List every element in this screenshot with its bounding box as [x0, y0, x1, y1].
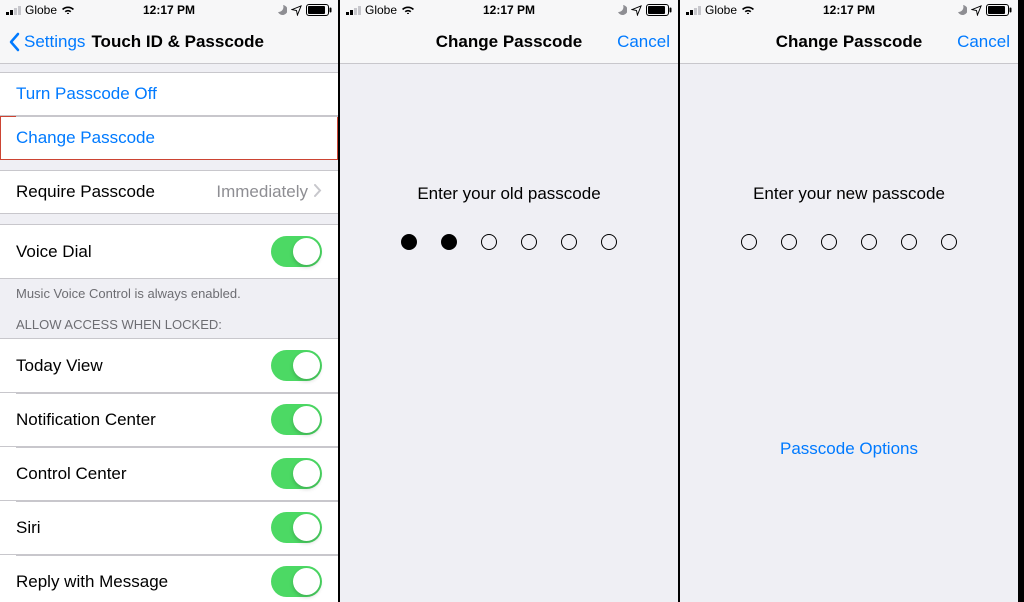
dnd-moon-icon: [275, 4, 287, 16]
wifi-icon: [401, 3, 415, 17]
passcode-dot: [601, 234, 617, 250]
battery-icon: [646, 4, 672, 16]
passcode-dots[interactable]: [741, 234, 957, 250]
carrier-label: Globe: [25, 3, 57, 17]
carrier-label: Globe: [705, 3, 737, 17]
cell-label: Reply with Message: [16, 572, 271, 592]
status-bar: Globe 12:17 PM: [680, 0, 1018, 20]
passcode-dot: [861, 234, 877, 250]
control-center-cell: Control Center: [0, 447, 338, 501]
passcode-dot: [561, 234, 577, 250]
siri-cell: Siri: [0, 501, 338, 555]
nav-bar: Settings Touch ID & Passcode: [0, 20, 338, 64]
location-icon: [631, 5, 642, 16]
location-icon: [971, 5, 982, 16]
battery-icon: [986, 4, 1012, 16]
passcode-dot: [401, 234, 417, 250]
change-passcode-cell[interactable]: Change Passcode: [0, 116, 338, 160]
notification-center-toggle[interactable]: [271, 404, 322, 435]
passcode-dot: [901, 234, 917, 250]
status-time: 12:17 PM: [483, 3, 535, 17]
passcode-pane: Enter your old passcode: [340, 64, 678, 250]
turn-passcode-off-cell[interactable]: Turn Passcode Off: [0, 72, 338, 116]
reply-message-cell: Reply with Message: [0, 555, 338, 602]
cancel-button[interactable]: Cancel: [617, 32, 670, 52]
passcode-dot: [441, 234, 457, 250]
cell-label: Change Passcode: [16, 128, 155, 148]
voice-dial-toggle[interactable]: [271, 236, 322, 267]
passcode-pane: Enter your new passcode: [680, 64, 1018, 250]
cell-label: Require Passcode: [16, 182, 216, 202]
passcode-dot: [821, 234, 837, 250]
nav-title: Touch ID & Passcode: [91, 32, 264, 52]
status-time: 12:17 PM: [143, 3, 195, 17]
location-icon: [291, 5, 302, 16]
today-view-toggle[interactable]: [271, 350, 322, 381]
phone-screen-settings: Globe 12:17 PM Settings Touch ID & Passc…: [0, 0, 340, 602]
nav-back-button[interactable]: Settings: [8, 32, 85, 52]
carrier-label: Globe: [365, 3, 397, 17]
cell-label: Turn Passcode Off: [16, 84, 157, 104]
wifi-icon: [741, 3, 755, 17]
settings-content: Turn Passcode Off Change Passcode Requir…: [0, 64, 338, 602]
passcode-dot: [481, 234, 497, 250]
cell-label: Notification Center: [16, 410, 271, 430]
wifi-icon: [61, 3, 75, 17]
passcode-dot: [521, 234, 537, 250]
signal-icon: [6, 5, 21, 15]
nav-title: Change Passcode: [436, 32, 582, 52]
voice-dial-cell: Voice Dial: [0, 224, 338, 279]
voice-dial-footer: Music Voice Control is always enabled.: [0, 279, 338, 301]
cell-label: Voice Dial: [16, 242, 271, 262]
status-bar: Globe 12:17 PM: [340, 0, 678, 20]
cancel-button[interactable]: Cancel: [957, 32, 1010, 52]
dnd-moon-icon: [955, 4, 967, 16]
nav-bar: Change Passcode Cancel: [680, 20, 1018, 64]
allow-access-header: ALLOW ACCESS WHEN LOCKED:: [0, 301, 338, 338]
passcode-content: Enter your new passcode Passcode Options: [680, 64, 1018, 602]
battery-icon: [306, 4, 332, 16]
passcode-options-button[interactable]: Passcode Options: [780, 439, 918, 459]
chevron-right-icon: [314, 182, 322, 202]
signal-icon: [346, 5, 361, 15]
passcode-prompt: Enter your old passcode: [417, 184, 600, 204]
cell-label: Today View: [16, 356, 271, 376]
passcode-dot: [741, 234, 757, 250]
nav-back-label: Settings: [24, 32, 85, 52]
passcode-dot: [781, 234, 797, 250]
nav-bar: Change Passcode Cancel: [340, 20, 678, 64]
notification-center-cell: Notification Center: [0, 393, 338, 447]
cell-label: Siri: [16, 518, 271, 538]
status-bar: Globe 12:17 PM: [0, 0, 338, 20]
phone-screen-old-passcode: Globe 12:17 PM Change Passcode Cancel En…: [340, 0, 680, 602]
control-center-toggle[interactable]: [271, 458, 322, 489]
cell-value: Immediately: [216, 182, 308, 202]
nav-title: Change Passcode: [776, 32, 922, 52]
passcode-dot: [941, 234, 957, 250]
reply-message-toggle[interactable]: [271, 566, 322, 597]
require-passcode-cell[interactable]: Require Passcode Immediately: [0, 170, 338, 214]
dnd-moon-icon: [615, 4, 627, 16]
passcode-dots[interactable]: [401, 234, 617, 250]
siri-toggle[interactable]: [271, 512, 322, 543]
passcode-content: Enter your old passcode: [340, 64, 678, 602]
cell-label: Control Center: [16, 464, 271, 484]
phone-screen-new-passcode: Globe 12:17 PM Change Passcode Cancel En…: [680, 0, 1020, 602]
passcode-prompt: Enter your new passcode: [753, 184, 945, 204]
today-view-cell: Today View: [0, 338, 338, 393]
signal-icon: [686, 5, 701, 15]
status-time: 12:17 PM: [823, 3, 875, 17]
